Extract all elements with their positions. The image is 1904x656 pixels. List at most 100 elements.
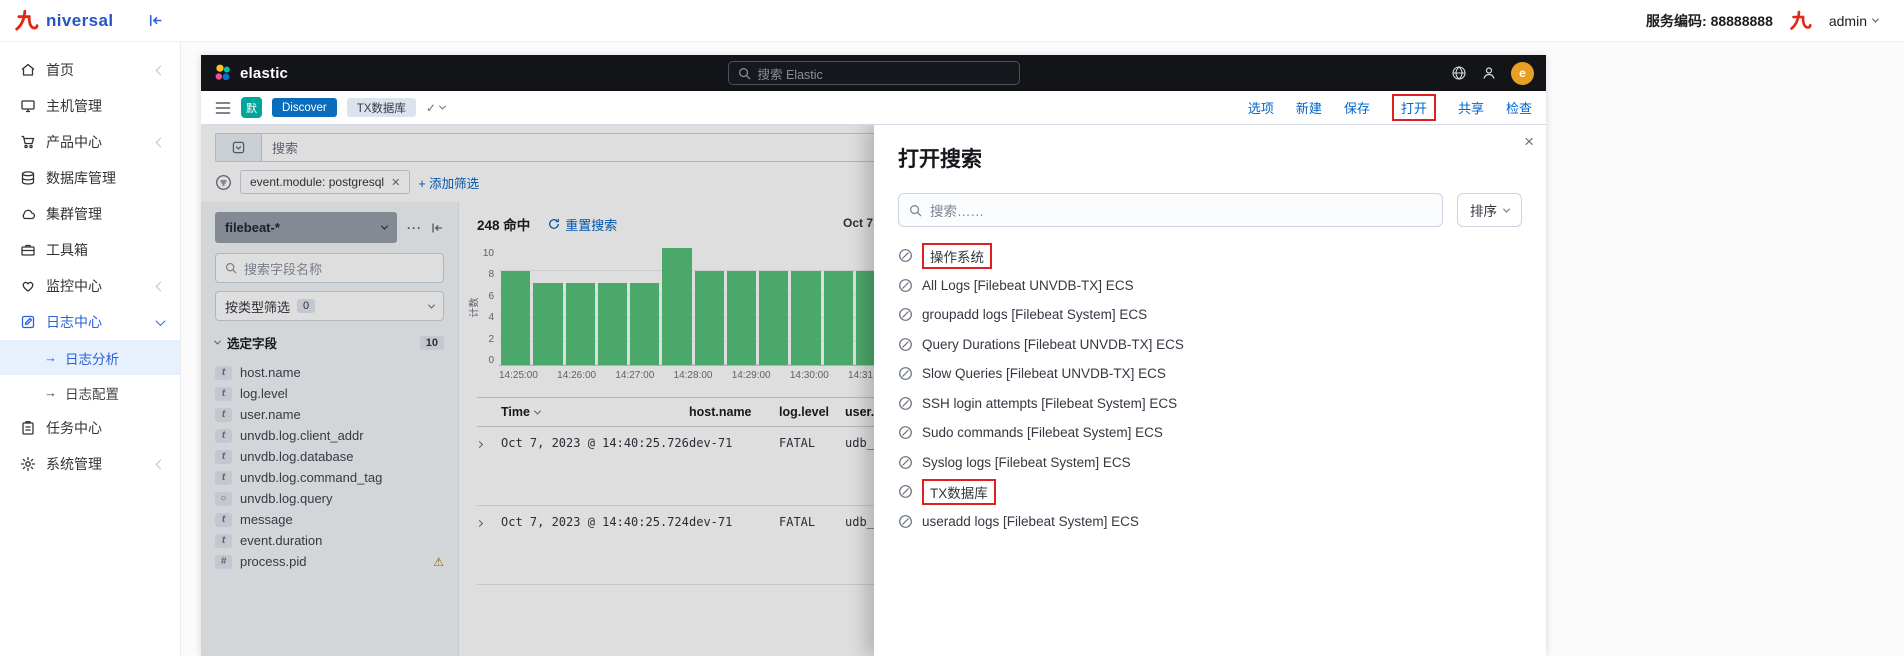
sort-label: 排序 [1470,200,1497,220]
saved-search-label: All Logs [Filebeat UNVDB-TX] ECS [922,278,1134,293]
sidebar-item-log-analysis[interactable]: → 日志分析 [0,340,180,375]
elastic-brand[interactable]: elastic [213,63,288,83]
saved-search-item[interactable]: groupadd logs [Filebeat System] ECS [898,300,1522,330]
arrow-icon: → [44,385,57,400]
saved-search-list: 操作系统 All Logs [Filebeat UNVDB-TX] ECS gr… [898,241,1522,536]
saved-search-label: Sudo commands [Filebeat System] ECS [922,425,1163,440]
cart-icon [20,134,36,150]
breadcrumb-app[interactable]: Discover [272,98,337,117]
saved-search-type-icon [898,278,913,293]
sidebar-item-label: 监控中心 [46,276,102,296]
saved-search-label: SSH login attempts [Filebeat System] ECS [922,396,1177,411]
search-placeholder: 搜索…… [930,200,984,220]
sidebar-item-label: 工具箱 [46,240,88,260]
saved-search-label: useradd logs [Filebeat System] ECS [922,514,1139,529]
discover-app-area: 搜索 event.module: postgresql ✕ + 添加筛选 [201,125,1546,656]
saved-state-menu[interactable]: ✓ [426,101,445,115]
annotation-box: TX数据库 [922,479,996,505]
chevron-down-icon [1872,16,1879,23]
saved-search-item[interactable]: useradd logs [Filebeat System] ECS [898,507,1522,537]
service-code: 服务编码: 88888888 [1646,11,1773,31]
close-icon[interactable]: × [1524,133,1534,150]
chevron-left-icon [156,65,166,75]
saved-search-type-icon [898,425,913,440]
sidebar-item-host-mgmt[interactable]: 主机管理 [0,88,180,124]
saved-search-label: Slow Queries [Filebeat UNVDB-TX] ECS [922,366,1166,381]
elastic-brand-text: elastic [240,65,288,82]
saved-search-type-icon [898,307,913,322]
saved-search-item[interactable]: TX数据库 [898,477,1522,507]
brand-logo[interactable]: niversal [14,9,113,33]
hamburger-menu-icon[interactable] [215,101,231,115]
clipboard-icon [20,420,36,436]
user-alert-icon[interactable] [1481,65,1497,81]
chevron-left-icon [156,459,166,469]
inspect-button[interactable]: 检查 [1506,98,1532,117]
saved-search-item[interactable]: 操作系统 [898,241,1522,271]
sidebar-item-database-mgmt[interactable]: 数据库管理 [0,160,180,196]
chevron-down-icon [439,103,446,110]
sidebar-item-cluster-mgmt[interactable]: 集群管理 [0,196,180,232]
sidebar-item-label: 数据库管理 [46,168,116,188]
saved-search-label: Query Durations [Filebeat UNVDB-TX] ECS [922,337,1184,352]
sidebar-item-label: 首页 [46,60,74,80]
gear-icon [20,456,36,472]
sidebar-item-home[interactable]: 首页 [0,52,180,88]
saved-search-item[interactable]: Slow Queries [Filebeat UNVDB-TX] ECS [898,359,1522,389]
cluster-icon [20,206,36,222]
open-search-flyout: 打开搜索 × 搜索…… 排序 操作系统 [874,125,1546,656]
saved-search-item[interactable]: Syslog logs [Filebeat System] ECS [898,448,1522,478]
sidebar-item-label: 任务中心 [46,418,102,438]
sidebar-item-task-center[interactable]: 任务中心 [0,410,180,446]
saved-search-label: TX数据库 [930,486,988,501]
saved-search-type-icon [898,514,913,529]
share-button[interactable]: 共享 [1458,98,1484,117]
saved-search-type-icon [898,484,913,499]
open-button[interactable]: 打开 [1392,94,1436,121]
sidebar-item-label: 集群管理 [46,204,102,224]
log-edit-icon [20,314,36,330]
sidebar-item-log-config[interactable]: → 日志配置 [0,375,180,410]
space-avatar[interactable]: 默 [241,97,262,118]
chevron-left-icon [156,137,166,147]
options-button[interactable]: 选项 [1248,98,1274,117]
saved-search-type-icon [898,337,913,352]
new-button[interactable]: 新建 [1296,98,1322,117]
elastic-search-input[interactable]: 搜索 Elastic [728,61,1020,85]
sidebar-item-monitor-center[interactable]: 监控中心 [0,268,180,304]
discover-actions: 选项 新建 保存 打开 共享 检查 [1248,94,1532,121]
saved-search-label: groupadd logs [Filebeat System] ECS [922,307,1147,322]
user-name: admin [1829,13,1867,29]
saved-search-item[interactable]: Query Durations [Filebeat UNVDB-TX] ECS [898,330,1522,360]
sidebar-item-label: 日志分析 [65,348,119,368]
saved-search-type-icon [898,455,913,470]
sidebar-item-label: 系统管理 [46,454,102,474]
saved-search-item[interactable]: All Logs [Filebeat UNVDB-TX] ECS [898,271,1522,301]
breadcrumb-page[interactable]: TX数据库 [347,98,416,117]
user-menu[interactable]: admin [1829,13,1878,29]
saved-search-search-input[interactable]: 搜索…… [898,193,1443,227]
jiu-logo-icon-small [1789,10,1813,32]
toolbox-icon [20,242,36,258]
sidebar-item-system-mgmt[interactable]: 系统管理 [0,446,180,482]
elastic-logo-icon [213,63,233,83]
check-icon: ✓ [426,101,436,115]
sidebar-collapse-icon[interactable] [147,12,164,29]
avatar[interactable]: e [1511,62,1534,85]
sidebar: 首页 主机管理 产品中心 数据库管理 集群管理 工具箱 监控中心 日志中心 → … [0,42,181,656]
sidebar-item-product-center[interactable]: 产品中心 [0,124,180,160]
sidebar-item-label: 产品中心 [46,132,102,152]
save-button[interactable]: 保存 [1344,98,1370,117]
saved-search-item[interactable]: Sudo commands [Filebeat System] ECS [898,418,1522,448]
sidebar-item-log-center[interactable]: 日志中心 [0,304,180,340]
sort-button[interactable]: 排序 [1457,193,1522,227]
search-placeholder: 搜索 Elastic [758,64,823,83]
globe-icon[interactable] [1451,65,1467,81]
database-icon [20,170,36,186]
search-icon [909,204,922,217]
saved-search-item[interactable]: SSH login attempts [Filebeat System] ECS [898,389,1522,419]
sidebar-item-label: 主机管理 [46,96,102,116]
saved-search-label: Syslog logs [Filebeat System] ECS [922,455,1131,470]
saved-search-type-icon [898,366,913,381]
sidebar-item-toolbox[interactable]: 工具箱 [0,232,180,268]
